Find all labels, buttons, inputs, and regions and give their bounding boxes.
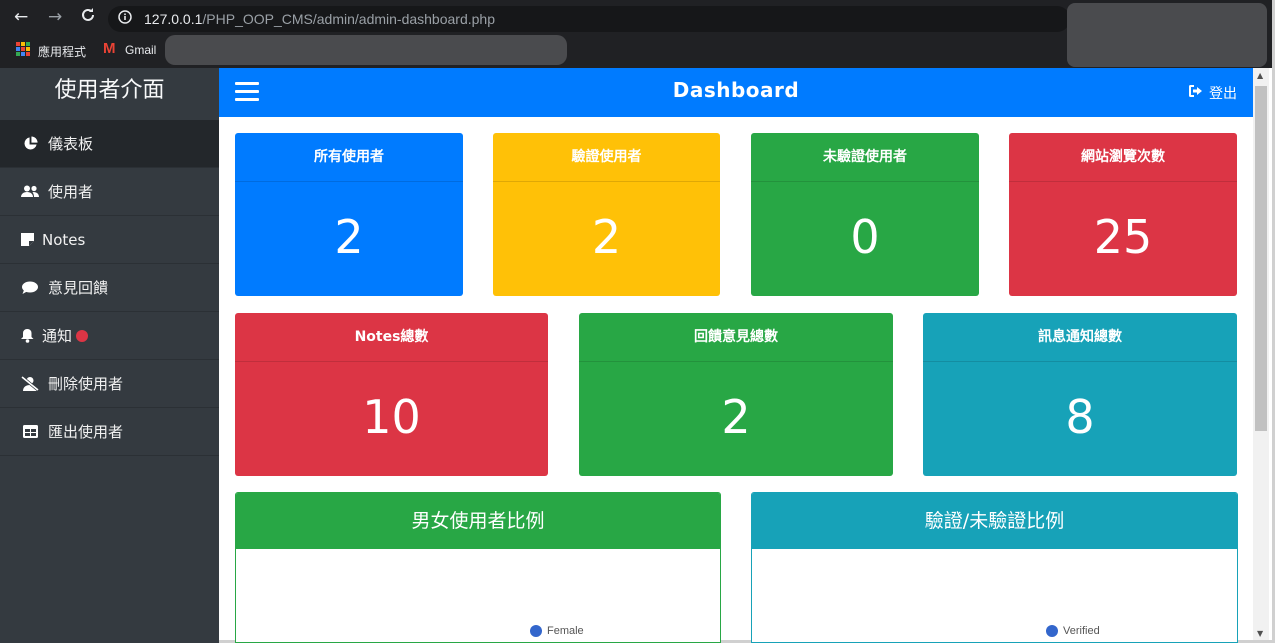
- stat-card-verified-users: 驗證使用者 2: [493, 133, 720, 296]
- sidebar-item-label: 使用者: [48, 183, 94, 201]
- stat-card-title: 驗證使用者: [493, 133, 720, 182]
- address-bar[interactable]: 127.0.0.1/PHP_OOP_CMS/admin/admin-dashbo…: [108, 6, 1162, 32]
- stat-card-title: Notes總數: [235, 313, 548, 362]
- stat-card-all-users: 所有使用者 2: [235, 133, 463, 296]
- user-slash-icon: [20, 376, 40, 391]
- users-icon: [20, 185, 40, 198]
- stat-card-title: 所有使用者: [235, 133, 463, 182]
- bookmarks-bar: 應用程式 M Gmail: [0, 35, 1060, 65]
- apps-grid-icon[interactable]: [16, 42, 30, 56]
- stat-card-site-views: 網站瀏覽次數 25: [1009, 133, 1237, 296]
- verification-ratio-panel: 驗證/未驗證比例 Verified: [751, 492, 1238, 643]
- sidebar-item-users[interactable]: 使用者: [0, 168, 219, 216]
- stat-card-notes-total: Notes總數 10: [235, 313, 548, 476]
- forward-arrow-icon[interactable]: →: [48, 7, 62, 27]
- stat-card-title: 回饋意見總數: [579, 313, 893, 362]
- gender-ratio-panel: 男女使用者比例 Female: [235, 492, 721, 643]
- page-scrollbar[interactable]: ▲ ▼: [1253, 68, 1269, 640]
- sidebar-item-notifications[interactable]: 通知: [0, 312, 219, 360]
- sidebar-item-export-users[interactable]: 匯出使用者: [0, 408, 219, 456]
- stat-card-feedback-total: 回饋意見總數 2: [579, 313, 893, 476]
- note-icon: [20, 233, 34, 246]
- table-icon: [20, 425, 40, 438]
- reload-icon[interactable]: [80, 7, 96, 28]
- bookmark-gmail[interactable]: Gmail: [125, 43, 156, 57]
- pie-chart-icon: [20, 136, 40, 151]
- bell-icon: [20, 328, 34, 343]
- sidebar-item-feedback[interactable]: 意見回饋: [0, 264, 219, 312]
- stat-card-title: 未驗證使用者: [751, 133, 979, 182]
- sidebar-item-label: 刪除使用者: [48, 375, 124, 393]
- stat-card-title: 訊息通知總數: [923, 313, 1237, 362]
- sidebar-item-notes[interactable]: Notes: [0, 216, 219, 264]
- sidebar-item-label: Notes: [42, 230, 86, 249]
- gmail-icon: M: [103, 40, 116, 57]
- sidebar-item-label: 儀表板: [48, 135, 94, 153]
- sidebar-item-label: 匯出使用者: [48, 423, 124, 441]
- browser-chrome: ← → 127.0.0.1/PHP_OOP_CMS/admin/admin-da…: [0, 0, 1272, 68]
- scroll-thumb[interactable]: [1255, 86, 1267, 431]
- stat-card-value: 8: [1065, 390, 1095, 444]
- site-info-icon[interactable]: [118, 10, 132, 28]
- logout-label: 登出: [1209, 86, 1237, 102]
- sidebar-item-dashboard[interactable]: 儀表板: [0, 120, 219, 168]
- stat-card-notifications-total: 訊息通知總數 8: [923, 313, 1237, 476]
- redacted-region: [1067, 3, 1267, 67]
- sidebar-title: 使用者介面: [0, 68, 219, 120]
- stat-card-title: 網站瀏覽次數: [1009, 133, 1237, 182]
- stat-card-value: 25: [1093, 210, 1153, 264]
- back-arrow-icon[interactable]: ←: [14, 7, 28, 27]
- page-title: Dashboard: [672, 78, 800, 102]
- panel-title: 驗證/未驗證比例: [752, 493, 1237, 549]
- legend-label: Female: [547, 625, 584, 637]
- scroll-down-arrow-icon[interactable]: ▼: [1257, 629, 1263, 638]
- sign-out-icon: [1189, 85, 1203, 101]
- sidebar-item-label: 通知: [42, 327, 73, 345]
- chart-legend[interactable]: Female: [530, 625, 584, 637]
- browser-window: ← → 127.0.0.1/PHP_OOP_CMS/admin/admin-da…: [0, 0, 1275, 643]
- stat-card-value: 10: [362, 390, 421, 444]
- legend-swatch: [1046, 625, 1058, 637]
- chart-legend[interactable]: Verified: [1046, 625, 1100, 637]
- sidebar: 使用者介面 儀表板 使用者 Notes 意見回饋 通知 刪除使用者 匯出使用者: [0, 68, 219, 643]
- url-text: 127.0.0.1/PHP_OOP_CMS/admin/admin-dashbo…: [144, 11, 495, 27]
- scroll-up-arrow-icon[interactable]: ▲: [1257, 71, 1263, 80]
- panel-title: 男女使用者比例: [236, 493, 720, 549]
- top-navbar: Dashboard 登出: [219, 68, 1253, 117]
- redacted-region: [165, 35, 567, 65]
- comment-icon: [20, 281, 40, 295]
- legend-label: Verified: [1063, 625, 1100, 637]
- sidebar-item-label: 意見回饋: [48, 279, 109, 297]
- stat-card-value: 0: [850, 210, 880, 264]
- notification-badge: [76, 329, 89, 342]
- stat-card-unverified-users: 未驗證使用者 0: [751, 133, 979, 296]
- logout-button[interactable]: 登出: [1189, 83, 1237, 103]
- stat-card-value: 2: [591, 210, 622, 264]
- bookmark-apps[interactable]: 應用程式: [38, 43, 86, 60]
- stat-card-value: 2: [721, 390, 751, 444]
- legend-swatch: [530, 625, 542, 637]
- sidebar-item-delete-user[interactable]: 刪除使用者: [0, 360, 219, 408]
- stat-card-value: 2: [334, 210, 364, 264]
